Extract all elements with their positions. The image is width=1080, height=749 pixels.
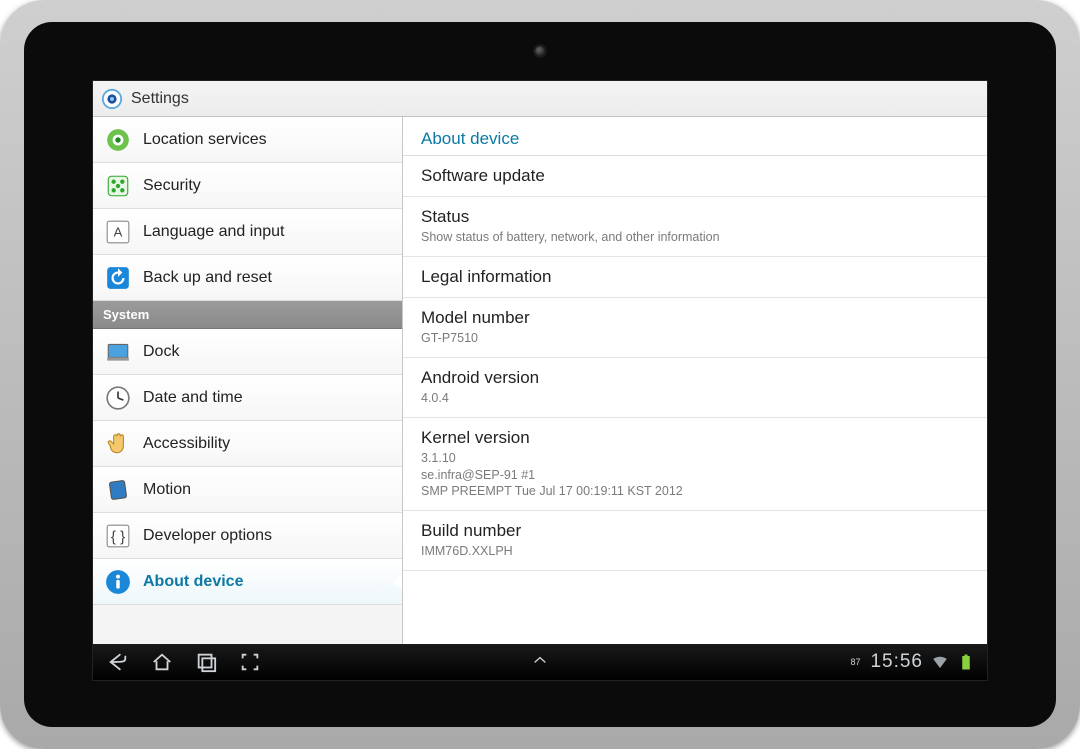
sidebar-item-label: Accessibility xyxy=(143,435,230,453)
sidebar-item-security[interactable]: Security xyxy=(93,163,402,209)
row-software-update[interactable]: Software update xyxy=(403,156,987,197)
row-legal[interactable]: Legal information xyxy=(403,257,987,298)
sidebar-item-developer[interactable]: { } Developer options xyxy=(93,513,402,559)
screenshot-icon[interactable] xyxy=(239,651,261,673)
sidebar-section-system: System xyxy=(93,301,402,329)
sidebar-item-language[interactable]: A Language and input xyxy=(93,209,402,255)
sidebar-item-motion[interactable]: Motion xyxy=(93,467,402,513)
tablet-bezel: Settings Location services S xyxy=(24,22,1056,727)
screen: Settings Location services S xyxy=(92,80,988,681)
battery-icon xyxy=(957,653,975,671)
sidebar-item-about[interactable]: About device xyxy=(93,559,402,605)
back-icon[interactable] xyxy=(107,651,129,673)
row-primary: Model number xyxy=(421,308,969,328)
row-primary: Status xyxy=(421,207,969,227)
row-primary: Build number xyxy=(421,521,969,541)
row-secondary: Show status of battery, network, and oth… xyxy=(421,229,969,246)
sidebar-item-label: Motion xyxy=(143,481,191,499)
sidebar-item-label: Dock xyxy=(143,343,179,361)
detail-pane: About device Software update Status Show… xyxy=(403,117,987,644)
wifi-icon xyxy=(931,653,949,671)
hand-icon xyxy=(105,431,131,457)
backup-icon xyxy=(105,265,131,291)
row-primary: Software update xyxy=(421,166,969,186)
row-primary: Kernel version xyxy=(421,428,969,448)
row-model-number: Model number GT-P7510 xyxy=(403,298,987,358)
sidebar-item-location[interactable]: Location services xyxy=(93,117,402,163)
motion-icon xyxy=(105,477,131,503)
row-build-number: Build number IMM76D.XXLPH xyxy=(403,511,987,571)
sidebar-item-backup[interactable]: Back up and reset xyxy=(93,255,402,301)
action-bar: Settings xyxy=(93,81,987,117)
row-kernel-version: Kernel version 3.1.10 se.infra@SEP-91 #1… xyxy=(403,418,987,512)
home-icon[interactable] xyxy=(151,651,173,673)
sidebar-item-label: About device xyxy=(143,573,243,591)
dock-icon xyxy=(105,339,131,365)
row-secondary: 3.1.10 se.infra@SEP-91 #1 SMP PREEMPT Tu… xyxy=(421,450,969,501)
settings-sidebar: Location services Security A Language an… xyxy=(93,117,403,644)
tablet-frame: Settings Location services S xyxy=(0,0,1080,749)
battery-percent: 87 xyxy=(850,657,860,667)
page-title: Settings xyxy=(131,90,189,108)
sidebar-item-label: Security xyxy=(143,177,201,195)
language-icon: A xyxy=(105,219,131,245)
svg-text:{ }: { } xyxy=(111,528,125,545)
front-camera xyxy=(535,46,545,56)
location-icon xyxy=(105,127,131,153)
svg-text:A: A xyxy=(114,224,123,239)
security-icon xyxy=(105,173,131,199)
expand-up-icon[interactable] xyxy=(527,653,553,669)
row-secondary: GT-P7510 xyxy=(421,330,969,347)
sidebar-item-label: Location services xyxy=(143,131,267,149)
row-secondary: IMM76D.XXLPH xyxy=(421,543,969,560)
row-android-version: Android version 4.0.4 xyxy=(403,358,987,418)
clock-icon xyxy=(105,385,131,411)
settings-app-icon xyxy=(101,88,123,110)
row-primary: Android version xyxy=(421,368,969,388)
sidebar-item-dock[interactable]: Dock xyxy=(93,329,402,375)
row-status[interactable]: Status Show status of battery, network, … xyxy=(403,197,987,257)
braces-icon: { } xyxy=(105,523,131,549)
sidebar-item-label: Developer options xyxy=(143,527,272,545)
detail-title: About device xyxy=(403,117,987,156)
sidebar-item-label: Date and time xyxy=(143,389,243,407)
sidebar-section-label: System xyxy=(103,307,149,322)
row-primary: Legal information xyxy=(421,267,969,287)
status-tray[interactable]: 87 15:56 xyxy=(850,651,987,673)
info-icon xyxy=(105,569,131,595)
sidebar-item-label: Back up and reset xyxy=(143,269,272,287)
row-secondary: 4.0.4 xyxy=(421,390,969,407)
clock-time: 15:56 xyxy=(870,651,923,673)
sidebar-item-label: Language and input xyxy=(143,223,284,241)
sidebar-item-accessibility[interactable]: Accessibility xyxy=(93,421,402,467)
system-navbar: 87 15:56 xyxy=(93,644,987,680)
recent-apps-icon[interactable] xyxy=(195,651,217,673)
sidebar-item-datetime[interactable]: Date and time xyxy=(93,375,402,421)
